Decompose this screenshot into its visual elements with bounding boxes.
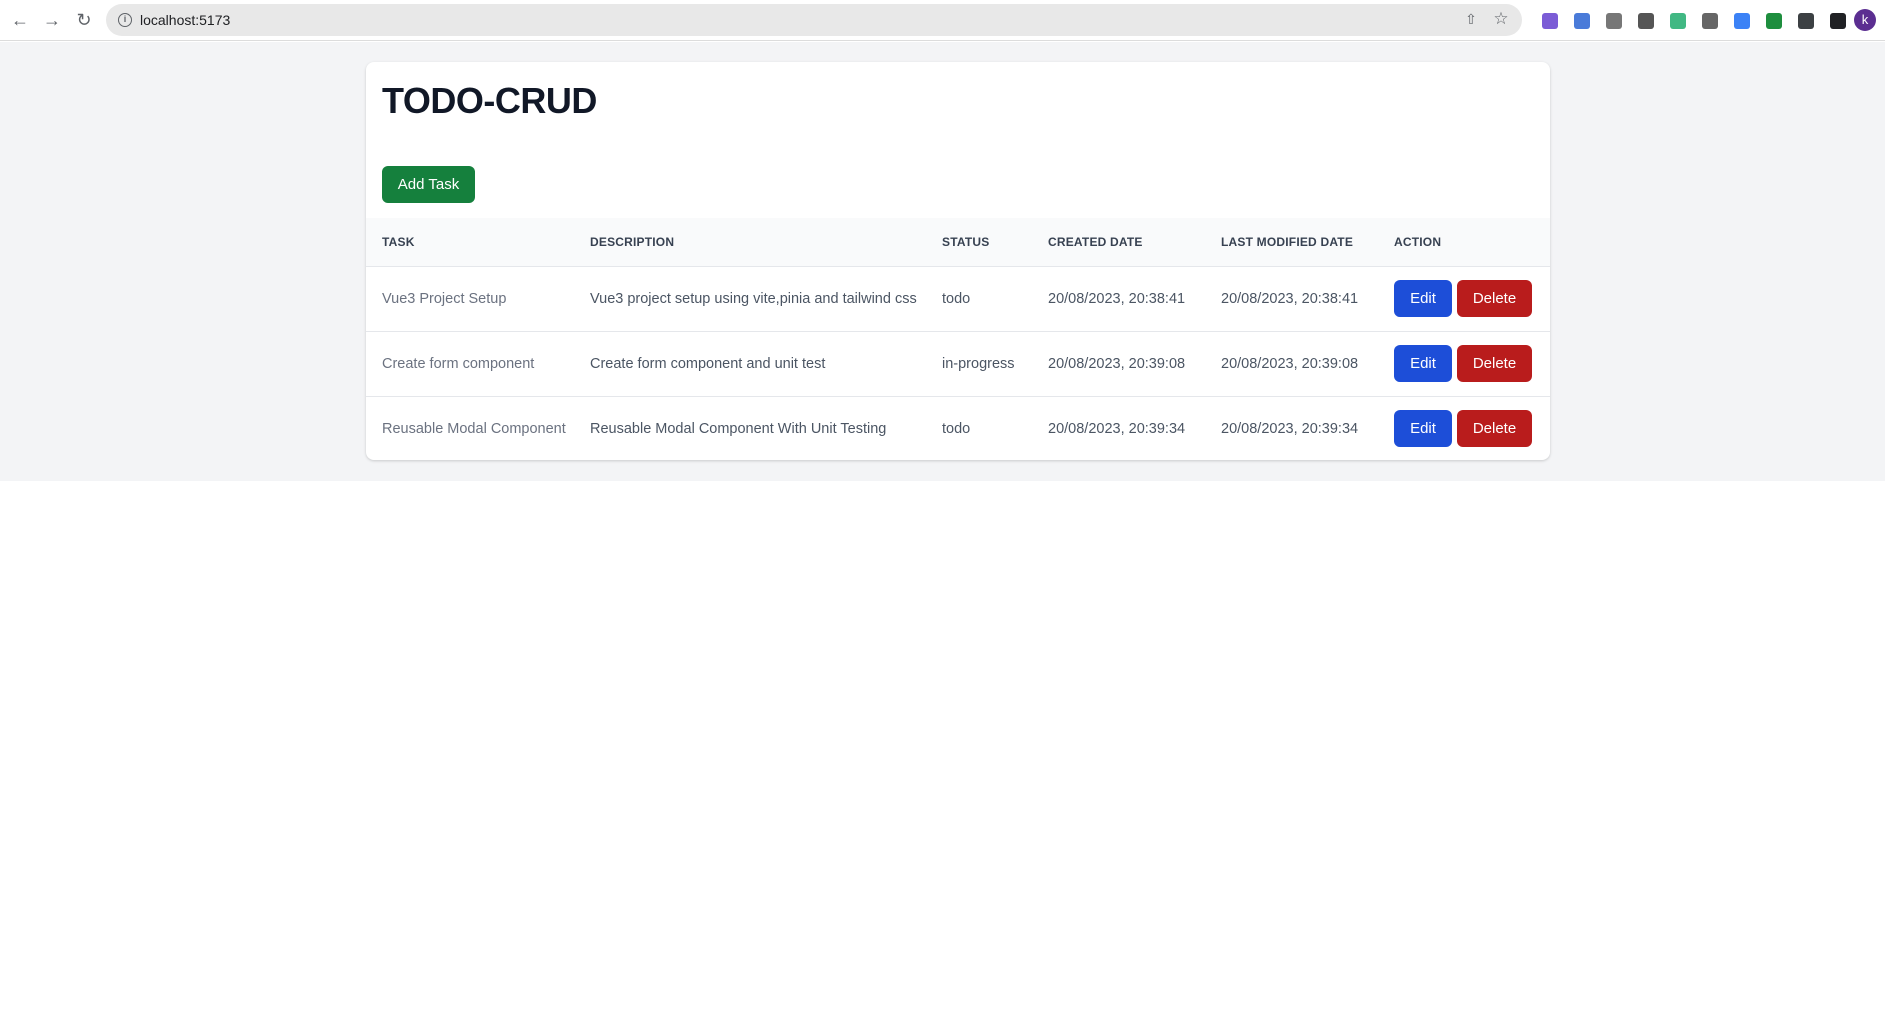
address-bar[interactable]: i localhost:5173 ⇧ ☆ bbox=[106, 4, 1522, 36]
edit-button[interactable]: Edit bbox=[1394, 410, 1452, 448]
bookmark-star-icon[interactable]: ☆ bbox=[1492, 9, 1510, 28]
url-text[interactable]: localhost:5173 bbox=[140, 12, 230, 28]
ext-7-icon[interactable] bbox=[1726, 10, 1758, 32]
extensions-toolbar bbox=[1534, 10, 1854, 32]
delete-button[interactable]: Delete bbox=[1457, 410, 1532, 448]
action-cell: Edit Delete bbox=[1378, 266, 1550, 331]
table-row: Reusable Modal Component Reusable Modal … bbox=[366, 396, 1550, 460]
description-cell: Reusable Modal Component With Unit Testi… bbox=[590, 420, 887, 437]
add-task-button[interactable]: Add Task bbox=[382, 166, 475, 203]
header-description: DESCRIPTION bbox=[590, 234, 675, 249]
description-cell: Vue3 project setup using vite,pinia and … bbox=[590, 290, 917, 307]
task-cell: Create form component bbox=[382, 355, 535, 372]
header-created-date: CREATED DATE bbox=[1048, 234, 1143, 249]
ext-8-icon[interactable] bbox=[1758, 10, 1790, 32]
page-title: TODO-CRUD bbox=[382, 80, 597, 121]
table-row: Create form component Create form compon… bbox=[366, 331, 1550, 396]
edit-button[interactable]: Edit bbox=[1394, 280, 1452, 317]
modified-date-cell: 20/08/2023, 20:39:08 bbox=[1221, 355, 1359, 372]
vue-devtools-icon[interactable] bbox=[1662, 10, 1694, 32]
sidepanel-icon[interactable] bbox=[1822, 10, 1854, 32]
delete-button[interactable]: Delete bbox=[1457, 345, 1532, 382]
table-row: Vue3 Project Setup Vue3 project setup us… bbox=[366, 266, 1550, 331]
status-cell: in-progress bbox=[942, 355, 1015, 372]
chart-ext-icon[interactable] bbox=[1630, 10, 1662, 32]
task-cell: Reusable Modal Component bbox=[382, 420, 566, 437]
task-cell: Vue3 Project Setup bbox=[382, 290, 507, 307]
tasks-table: TASK DESCRIPTION STATUS CREATED DATE LAS… bbox=[366, 218, 1550, 460]
modified-date-cell: 20/08/2023, 20:39:34 bbox=[1221, 420, 1359, 437]
created-date-cell: 20/08/2023, 20:39:08 bbox=[1048, 355, 1186, 372]
reload-icon[interactable]: ↻ bbox=[72, 8, 96, 32]
delete-button[interactable]: Delete bbox=[1457, 280, 1532, 317]
created-date-cell: 20/08/2023, 20:38:41 bbox=[1048, 290, 1186, 307]
header-last-modified-date: LAST MODIFIED DATE bbox=[1221, 234, 1354, 249]
table-header-row: TASK DESCRIPTION STATUS CREATED DATE LAS… bbox=[366, 218, 1550, 266]
header-status: STATUS bbox=[942, 234, 990, 249]
browser-toolbar: ← → ↻ i localhost:5173 ⇧ ☆ k bbox=[0, 0, 1885, 41]
ext-6-icon[interactable] bbox=[1694, 10, 1726, 32]
header-action: ACTION bbox=[1394, 234, 1442, 249]
puzzle-ext-icon[interactable] bbox=[1790, 10, 1822, 32]
share-icon[interactable]: ⇧ bbox=[1462, 11, 1480, 29]
status-cell: todo bbox=[942, 290, 971, 307]
description-cell: Create form component and unit test bbox=[590, 355, 826, 372]
status-cell: todo bbox=[942, 420, 971, 437]
header-task: TASK bbox=[382, 234, 415, 249]
ext-1-icon[interactable] bbox=[1534, 10, 1566, 32]
todo-card: TODO-CRUD Add Task TASK DESCRIPTION STAT… bbox=[366, 62, 1550, 460]
created-date-cell: 20/08/2023, 20:39:34 bbox=[1048, 420, 1186, 437]
translate-ext-icon[interactable] bbox=[1566, 10, 1598, 32]
action-cell: Edit Delete bbox=[1378, 396, 1550, 460]
site-info-icon[interactable]: i bbox=[118, 13, 132, 27]
modified-date-cell: 20/08/2023, 20:38:41 bbox=[1221, 290, 1359, 307]
action-cell: Edit Delete bbox=[1378, 331, 1550, 396]
ext-3-icon[interactable] bbox=[1598, 10, 1630, 32]
forward-arrow-icon[interactable]: → bbox=[40, 8, 64, 32]
profile-avatar[interactable]: k bbox=[1854, 9, 1876, 31]
edit-button[interactable]: Edit bbox=[1394, 345, 1452, 382]
back-arrow-icon[interactable]: ← bbox=[8, 8, 32, 32]
